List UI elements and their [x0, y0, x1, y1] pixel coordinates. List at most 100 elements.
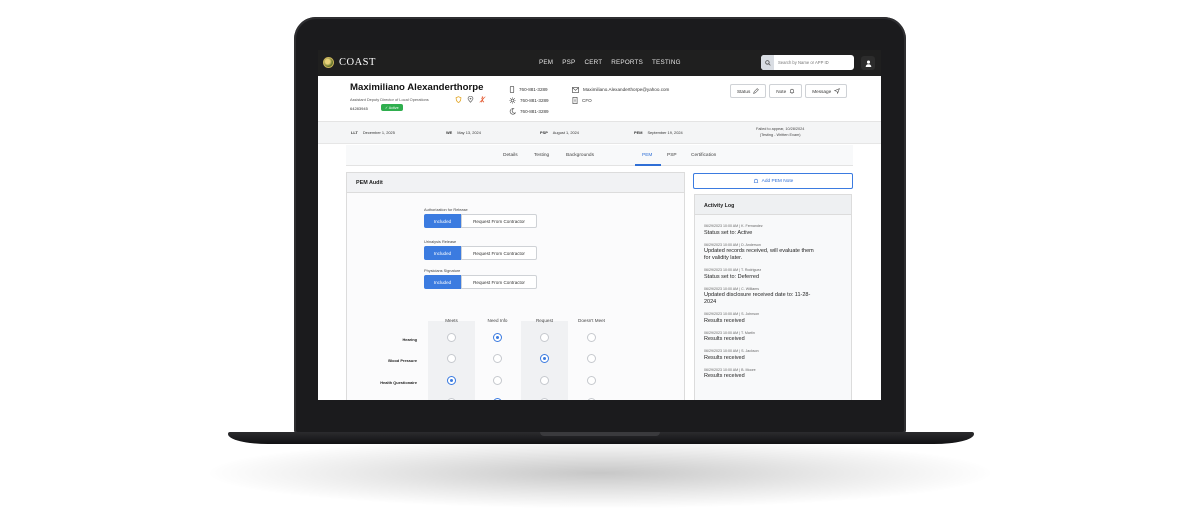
log-entry-meta: 06/29/2023 10:00 AM | B. Moore	[704, 367, 756, 372]
assessment-radio[interactable]	[587, 333, 596, 342]
assessment-radio[interactable]	[540, 398, 549, 400]
assessment-radio[interactable]	[493, 333, 502, 342]
tab-psp[interactable]: PSP	[667, 153, 677, 158]
nav-link-pem[interactable]: PEM	[539, 59, 553, 66]
log-entry-text: Results received	[704, 317, 745, 324]
assessment-radio[interactable]	[447, 398, 456, 400]
row-label-hearing: Hearing	[402, 337, 418, 342]
mail-icon	[572, 86, 579, 93]
nav-link-psp[interactable]: PSP	[562, 59, 575, 66]
assessment-radio[interactable]	[447, 333, 456, 342]
user-menu-button[interactable]	[861, 56, 875, 70]
date-psp: PSP August 1, 2024	[540, 130, 579, 135]
assessment-radio[interactable]	[447, 354, 456, 363]
assessment-radio[interactable]	[493, 398, 502, 400]
search-button[interactable]	[761, 55, 774, 70]
send-icon	[834, 88, 841, 94]
nav-link-cert[interactable]: CERT	[584, 59, 602, 66]
log-entry-meta: 06/29/2023 10:00 AM | S. Johnson	[704, 312, 760, 316]
column-header-request: Request	[535, 318, 554, 323]
brand-name[interactable]: COAST	[339, 57, 376, 68]
tab-certification[interactable]: Certification	[691, 153, 716, 158]
status-button[interactable]: Status	[730, 84, 767, 98]
row-label-health-questionaire: Health Questionaire	[380, 380, 417, 385]
note-button[interactable]: Note	[769, 84, 803, 98]
seal-logo-icon	[323, 57, 334, 68]
search-input[interactable]	[774, 60, 850, 65]
log-entry: 06/29/2023 10:00 AM | C. Williams Updated…	[704, 287, 842, 307]
tab-backgrounds[interactable]: Backgrounds	[566, 153, 594, 158]
assessment-radio[interactable]	[587, 398, 596, 400]
location-pin-icon	[467, 96, 474, 103]
search-bar	[761, 55, 854, 70]
release-toggle-urinalysis: Included Request From Contractor	[424, 246, 537, 260]
assessment-radio[interactable]	[540, 376, 549, 385]
assessment-radio[interactable]	[540, 354, 549, 363]
profile-header: Maximiliano Alexanderthorpe Assistant De…	[318, 76, 881, 122]
nav-link-testing[interactable]: TESTING	[652, 59, 681, 66]
nav-link-reports[interactable]: REPORTS	[611, 59, 643, 66]
phone-night-row: 760-881-3289	[509, 106, 549, 117]
mobile-phone-icon	[509, 86, 515, 93]
log-entry-meta: 06/29/2023 10:00 AM | K. Fernandez	[704, 224, 763, 228]
app-screen: COAST PEM PSP CERT REPORTS TESTING Maxim…	[318, 50, 881, 400]
add-pem-note-label: Add PEM Note	[761, 178, 794, 184]
laptop-hinge-notch	[540, 432, 660, 436]
activity-log-panel: Activity Log 06/29/2023 10:00 AM | K. Fe…	[694, 194, 852, 400]
assessment-radio[interactable]	[540, 333, 549, 342]
phone-mobile-row: 760-881-3289	[509, 84, 549, 95]
tab-pem[interactable]: PEM	[642, 153, 652, 158]
date-pem: PEM September 19, 2024	[634, 130, 683, 135]
release-label-urinalysis: Urinalysis Release	[424, 239, 457, 244]
release-label-authorization: Authorization for Release	[424, 207, 468, 212]
building-icon	[572, 97, 578, 104]
phone-night[interactable]: 760-881-3289	[520, 109, 549, 114]
note-button-label: Note	[776, 88, 787, 94]
log-entry: 06/29/2023 10:00 AM | K. Fernandez Status…	[704, 224, 842, 237]
log-entry-text: Updated disclosure received date to: 11-…	[704, 292, 811, 305]
column-header-need-info: Need Info	[487, 318, 508, 323]
status-edit-icon	[753, 88, 760, 94]
contact-details: Maximiliano.Alexanderthorpe@yahoo.com CF…	[572, 84, 669, 106]
tab-testing[interactable]: Testing	[534, 153, 549, 158]
included-button[interactable]: Included	[424, 246, 461, 260]
log-entry-meta: 06/29/2023 10:00 AM | S. Jackson	[704, 349, 759, 353]
pem-audit-body: Authorization for Release Included Reque…	[347, 193, 684, 400]
profile-title: Assistant Deputy Director of Local Opera…	[350, 97, 429, 102]
included-button[interactable]: Included	[424, 275, 461, 289]
status-button-label: Status	[737, 88, 751, 94]
top-nav: COAST PEM PSP CERT REPORTS TESTING	[318, 50, 881, 76]
request-from-contractor-button[interactable]: Request From Contractor	[461, 275, 537, 289]
log-entry-meta: 06/29/2023 10:00 AM | T. Martin	[704, 330, 755, 335]
row-label-blood-pressure: Blood Pressure	[388, 358, 417, 363]
date-pem-label: PEM	[634, 130, 643, 135]
assessment-radio[interactable]	[447, 376, 456, 385]
active-tab-indicator	[635, 164, 661, 166]
email-address[interactable]: Maximiliano.Alexanderthorpe@yahoo.com	[583, 87, 669, 92]
assessment-radio[interactable]	[587, 354, 596, 363]
log-entry-text: Results received	[704, 354, 745, 361]
log-entry-text: Status set to: Deferred	[704, 273, 760, 280]
role-row: CFO	[572, 95, 669, 106]
add-pem-note-button[interactable]: Add PEM Note	[693, 173, 853, 189]
date-psp-label: PSP	[540, 130, 548, 135]
assessment-radio[interactable]	[493, 354, 502, 363]
request-from-contractor-button[interactable]: Request From Contractor	[461, 246, 537, 260]
status-badge: ✓ Active	[381, 104, 403, 111]
note-add-icon	[753, 179, 758, 183]
search-icon	[764, 59, 771, 66]
release-label-physician: Physicians Signature	[424, 268, 461, 273]
moon-icon	[509, 108, 516, 115]
user-icon	[865, 60, 871, 67]
profile-name: Maximiliano Alexanderthorpe	[350, 82, 484, 93]
included-button[interactable]: Included	[424, 214, 461, 228]
assessment-radio[interactable]	[493, 376, 502, 385]
tab-details[interactable]: Details	[503, 153, 518, 158]
message-button[interactable]: Message	[805, 84, 848, 98]
phone-day[interactable]: 760-881-3289	[520, 98, 549, 103]
section-tabs: Details Testing Backgrounds PEM PSP Cert…	[346, 145, 853, 166]
request-from-contractor-button[interactable]: Request From Contractor	[461, 214, 537, 228]
phone-mobile[interactable]: 760-881-3289	[519, 87, 548, 92]
assessment-radio[interactable]	[587, 376, 596, 385]
log-entry: 06/29/2023 10:00 AM | S. Johnson Results …	[704, 312, 842, 325]
